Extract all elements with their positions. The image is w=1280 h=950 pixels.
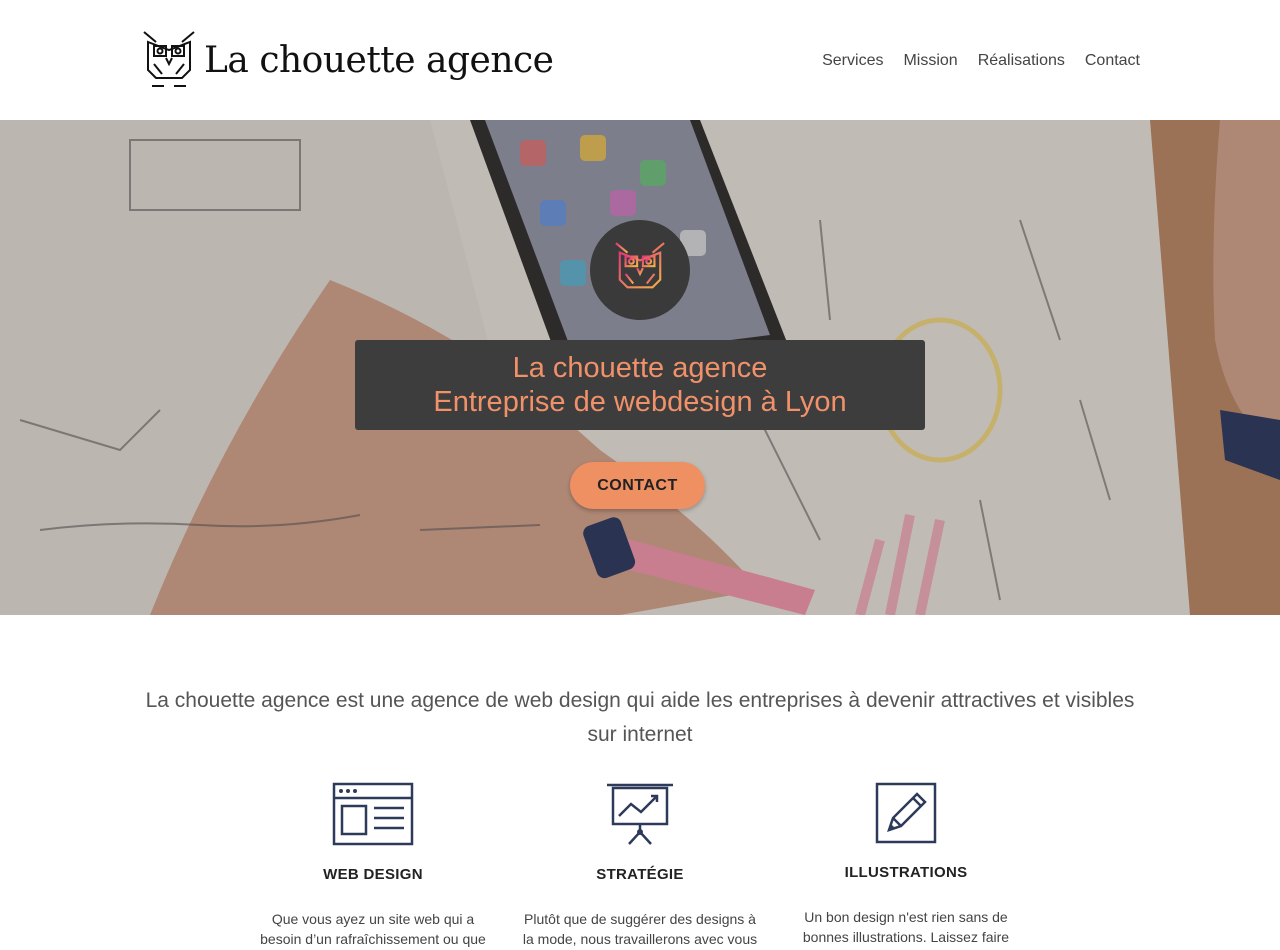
web-page-icon <box>332 782 414 846</box>
owl-logo-icon <box>143 31 195 87</box>
hero-title-line1: La chouette agence <box>512 352 768 384</box>
nav-mission[interactable]: Mission <box>903 52 957 70</box>
nav-contact[interactable]: Contact <box>1085 52 1140 70</box>
service-title: STRATÉGIE <box>596 866 684 883</box>
hero-title-line2: Entreprise de webdesign à Lyon <box>433 386 847 418</box>
site-header: La chouette agence Services Mission Réal… <box>0 0 1280 120</box>
owl-logo-icon <box>615 242 665 297</box>
presentation-chart-icon <box>607 783 673 845</box>
service-text: Un bon design n'est rien sans de bonnes … <box>802 909 1010 945</box>
service-illustrations: ILLUSTRATIONS Un bon design n'est rien s… <box>776 782 1036 947</box>
hero-banner: La chouette agence Entreprise de webdesi… <box>0 120 1280 615</box>
service-title: ILLUSTRATIONS <box>844 864 968 881</box>
intro-text: La chouette agence est une agence de web… <box>145 689 1135 746</box>
service-text: Plutôt que de suggérer des designs à la … <box>522 911 758 947</box>
hero-title: La chouette agence Entreprise de webdesi… <box>355 340 925 430</box>
nav-services[interactable]: Services <box>822 52 883 70</box>
service-strategie: STRATÉGIE Plutôt que de suggérer des des… <box>510 782 770 949</box>
nav-realisations[interactable]: Réalisations <box>978 52 1065 70</box>
logo-text: La chouette agence <box>204 39 554 81</box>
service-text: Que vous ayez un site web qui a besoin d… <box>260 911 486 947</box>
site-logo[interactable]: La chouette agence <box>142 30 554 90</box>
main-nav: Services Mission Réalisations Contact <box>822 52 1140 70</box>
service-title: WEB DESIGN <box>323 866 423 883</box>
owl-badge <box>590 220 690 320</box>
pencil-icon <box>875 782 937 844</box>
service-web-design: WEB DESIGN Que vous ayez un site web qui… <box>243 782 503 949</box>
contact-button[interactable]: CONTACT <box>570 462 705 509</box>
